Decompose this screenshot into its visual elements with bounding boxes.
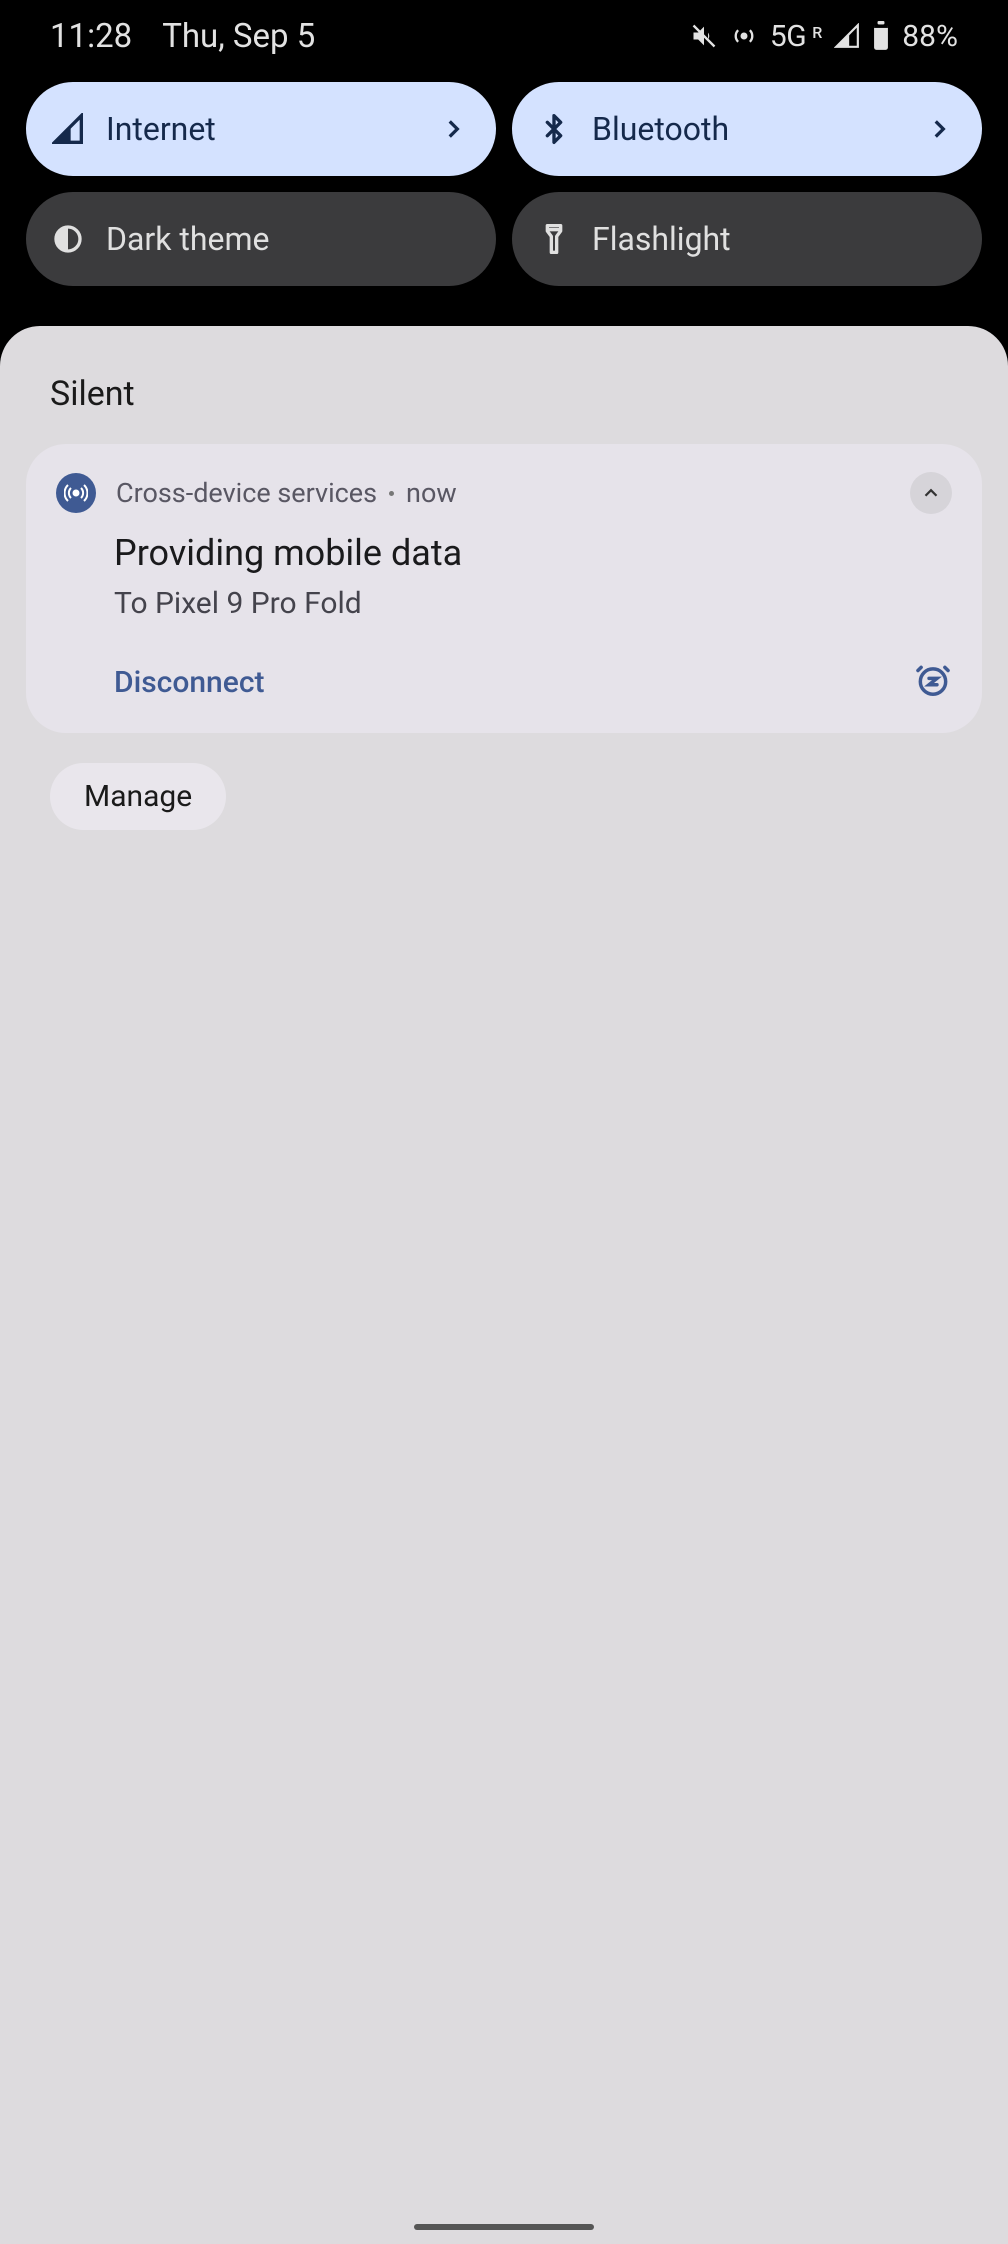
chevron-right-icon	[440, 116, 466, 142]
battery-percent: 88%	[902, 19, 958, 54]
notification-shade: Silent Cross-device services now Providi…	[0, 326, 1008, 2244]
tile-label: Dark theme	[106, 220, 466, 258]
status-bar[interactable]: 11:28 Thu, Sep 5 5G R 88%	[0, 0, 1008, 72]
status-time: 11:28	[50, 17, 132, 56]
manage-button[interactable]: Manage	[50, 763, 226, 830]
hotspot-icon	[730, 22, 758, 50]
disconnect-button[interactable]: Disconnect	[114, 665, 264, 700]
notification-time: now	[406, 477, 457, 509]
tile-internet[interactable]: Internet	[26, 82, 496, 176]
notification-app-name: Cross-device services	[116, 477, 377, 509]
mute-icon	[690, 22, 718, 50]
collapse-button[interactable]	[910, 472, 952, 514]
tile-label: Internet	[106, 110, 418, 148]
notification-subtitle: To Pixel 9 Pro Fold	[114, 586, 952, 621]
signal-icon	[52, 113, 84, 145]
quick-settings-grid: Internet Bluetooth Dark theme Flashlight	[0, 72, 1008, 326]
notification-card[interactable]: Cross-device services now Providing mobi…	[26, 444, 982, 733]
tile-label: Bluetooth	[592, 110, 904, 148]
roaming-indicator: R	[812, 23, 822, 42]
flashlight-icon	[538, 223, 570, 255]
network-type: 5G	[770, 19, 806, 54]
bluetooth-icon	[538, 113, 570, 145]
separator-dot	[389, 491, 394, 496]
tile-bluetooth[interactable]: Bluetooth	[512, 82, 982, 176]
battery-icon	[872, 21, 890, 51]
tile-label: Flashlight	[592, 220, 952, 258]
snooze-button[interactable]	[914, 661, 952, 703]
section-title-silent: Silent	[26, 374, 982, 414]
chevron-right-icon	[926, 116, 952, 142]
dark-theme-icon	[52, 223, 84, 255]
home-indicator[interactable]	[414, 2224, 594, 2230]
tile-dark-theme[interactable]: Dark theme	[26, 192, 496, 286]
app-icon	[56, 473, 96, 513]
notification-title: Providing mobile data	[114, 532, 952, 574]
tile-flashlight[interactable]: Flashlight	[512, 192, 982, 286]
signal-icon	[834, 23, 860, 49]
status-date: Thu, Sep 5	[162, 17, 315, 56]
